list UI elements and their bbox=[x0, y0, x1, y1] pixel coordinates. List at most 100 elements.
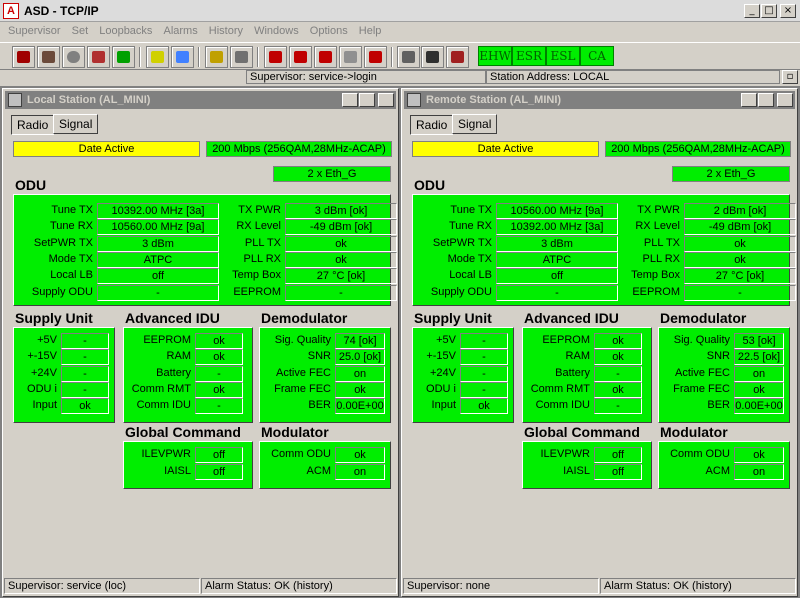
restore-icon[interactable]: ▫ bbox=[782, 70, 798, 84]
window-close-button[interactable]: × bbox=[777, 93, 793, 107]
demod-label: Sig. Quality bbox=[673, 334, 730, 346]
odu-value: ok bbox=[684, 251, 796, 268]
supply-label: +5V bbox=[37, 334, 57, 346]
odu-label: PLL TX bbox=[244, 236, 281, 249]
window-status-supervisor: Supervisor: service (loc) bbox=[4, 578, 200, 594]
demod-value: ok bbox=[335, 381, 385, 398]
demod-value: ok bbox=[734, 381, 784, 398]
window-status-supervisor: Supervisor: none bbox=[403, 578, 599, 594]
supply-label: ODU i bbox=[27, 382, 57, 395]
menu-options[interactable]: Options bbox=[306, 22, 352, 40]
demod-label: Frame FEC bbox=[274, 382, 331, 395]
toolbar-separator bbox=[257, 47, 259, 67]
odu-label: Tune TX bbox=[450, 204, 492, 216]
odu-title: ODU bbox=[15, 177, 47, 193]
odu-value: off bbox=[496, 268, 618, 285]
odu-label: PLL RX bbox=[243, 252, 281, 265]
idu-label: RAM bbox=[565, 350, 590, 363]
odu-label: EEPROM bbox=[632, 285, 680, 298]
toolbar bbox=[0, 42, 800, 70]
window-maximize-button[interactable]: □ bbox=[758, 93, 774, 107]
demod-label: SNR bbox=[706, 350, 730, 363]
alarm1-icon bbox=[269, 51, 282, 63]
tab-signal[interactable]: Signal bbox=[53, 114, 99, 134]
menu-help[interactable]: Help bbox=[355, 22, 386, 40]
window-close-button[interactable]: × bbox=[378, 93, 394, 107]
supply-value: - bbox=[61, 365, 109, 382]
odu-value: ATPC bbox=[97, 251, 219, 268]
odu-label: Temp Box bbox=[631, 269, 680, 282]
global-label: ILEVPWR bbox=[540, 448, 590, 460]
idu-value: ok bbox=[195, 333, 243, 349]
odu-value: ATPC bbox=[496, 251, 618, 268]
grid-button[interactable] bbox=[421, 46, 444, 68]
global-command-title: Global Command bbox=[125, 424, 241, 440]
supply-label: Input bbox=[431, 399, 456, 412]
odu-value: ok bbox=[285, 251, 397, 268]
window-icon bbox=[407, 93, 421, 107]
odu-value: ok bbox=[285, 235, 397, 252]
stop-button[interactable] bbox=[62, 46, 85, 68]
tab-signal[interactable]: Signal bbox=[452, 114, 498, 134]
alarm4-button[interactable] bbox=[339, 46, 362, 68]
minimize-button[interactable]: _ bbox=[744, 4, 760, 18]
app-logo-icon: A bbox=[3, 3, 19, 19]
menu-history[interactable]: History bbox=[205, 22, 247, 40]
supply-label: +-15V bbox=[27, 350, 57, 363]
tcp-button[interactable] bbox=[112, 46, 135, 68]
toolbar-separator bbox=[139, 47, 141, 67]
odu-label: Supply ODU bbox=[430, 285, 492, 298]
demod-value: 0.00E+00 bbox=[734, 398, 784, 415]
window-maximize-button[interactable]: □ bbox=[359, 93, 375, 107]
idu-value: ok bbox=[195, 381, 243, 398]
menu-windows[interactable]: Windows bbox=[250, 22, 303, 40]
alarm2-button[interactable] bbox=[289, 46, 312, 68]
menu-loopbacks[interactable]: Loopbacks bbox=[95, 22, 156, 40]
menu-set[interactable]: Set bbox=[68, 22, 93, 40]
wrench-button[interactable] bbox=[205, 46, 228, 68]
tab-radio[interactable]: Radio bbox=[11, 115, 55, 135]
chart-button[interactable] bbox=[446, 46, 469, 68]
window-status-alarm: Alarm Status: OK (history) bbox=[201, 578, 397, 594]
mod-value: on bbox=[734, 464, 784, 480]
window-minimize-button[interactable]: _ bbox=[342, 93, 358, 107]
maximize-button[interactable]: □ bbox=[761, 4, 777, 18]
menu-alarms[interactable]: Alarms bbox=[160, 22, 202, 40]
close-button[interactable]: × bbox=[780, 4, 796, 18]
alarm5-icon bbox=[369, 51, 382, 63]
tcp-icon bbox=[117, 51, 130, 63]
link2-button[interactable] bbox=[171, 46, 194, 68]
eth-badge: 2 x Eth_G bbox=[273, 166, 391, 182]
odu-value: 3 dBm bbox=[97, 235, 219, 252]
odu-value: off bbox=[97, 268, 219, 285]
window-minimize-button[interactable]: _ bbox=[741, 93, 757, 107]
demod-label: Active FEC bbox=[674, 366, 730, 379]
speaker-button[interactable] bbox=[230, 46, 253, 68]
idu-label: EEPROM bbox=[542, 334, 590, 346]
printer-button[interactable] bbox=[87, 46, 110, 68]
rate-badge: 200 Mbps (256QAM,28MHz-ACAP) bbox=[605, 141, 791, 157]
menu-supervisor[interactable]: Supervisor bbox=[0, 22, 65, 40]
demod-label: Active FEC bbox=[275, 366, 331, 379]
supply-value: - bbox=[61, 381, 109, 398]
date-active-badge: Date Active bbox=[13, 141, 200, 157]
tools-button[interactable] bbox=[37, 46, 60, 68]
chart-icon bbox=[451, 51, 464, 63]
scale-button[interactable] bbox=[397, 46, 420, 68]
mod-value: ok bbox=[335, 447, 385, 463]
printer-icon bbox=[92, 51, 105, 63]
tab-radio[interactable]: Radio bbox=[410, 115, 454, 135]
alarm3-button[interactable] bbox=[314, 46, 337, 68]
alarm4-icon bbox=[344, 51, 357, 63]
global-value: off bbox=[195, 447, 243, 463]
alarm1-button[interactable] bbox=[264, 46, 287, 68]
antenna-button[interactable] bbox=[12, 46, 35, 68]
link-button[interactable] bbox=[146, 46, 169, 68]
app-titlebar: A ASD - TCP/IP _ □ × bbox=[0, 0, 800, 22]
alarm5-button[interactable] bbox=[364, 46, 387, 68]
supply-value: - bbox=[61, 333, 109, 349]
supply-label: +-15V bbox=[426, 350, 456, 363]
indicator-esl: ESL bbox=[546, 46, 580, 66]
odu-label: Temp Box bbox=[232, 269, 281, 282]
odu-value: - bbox=[684, 284, 796, 301]
